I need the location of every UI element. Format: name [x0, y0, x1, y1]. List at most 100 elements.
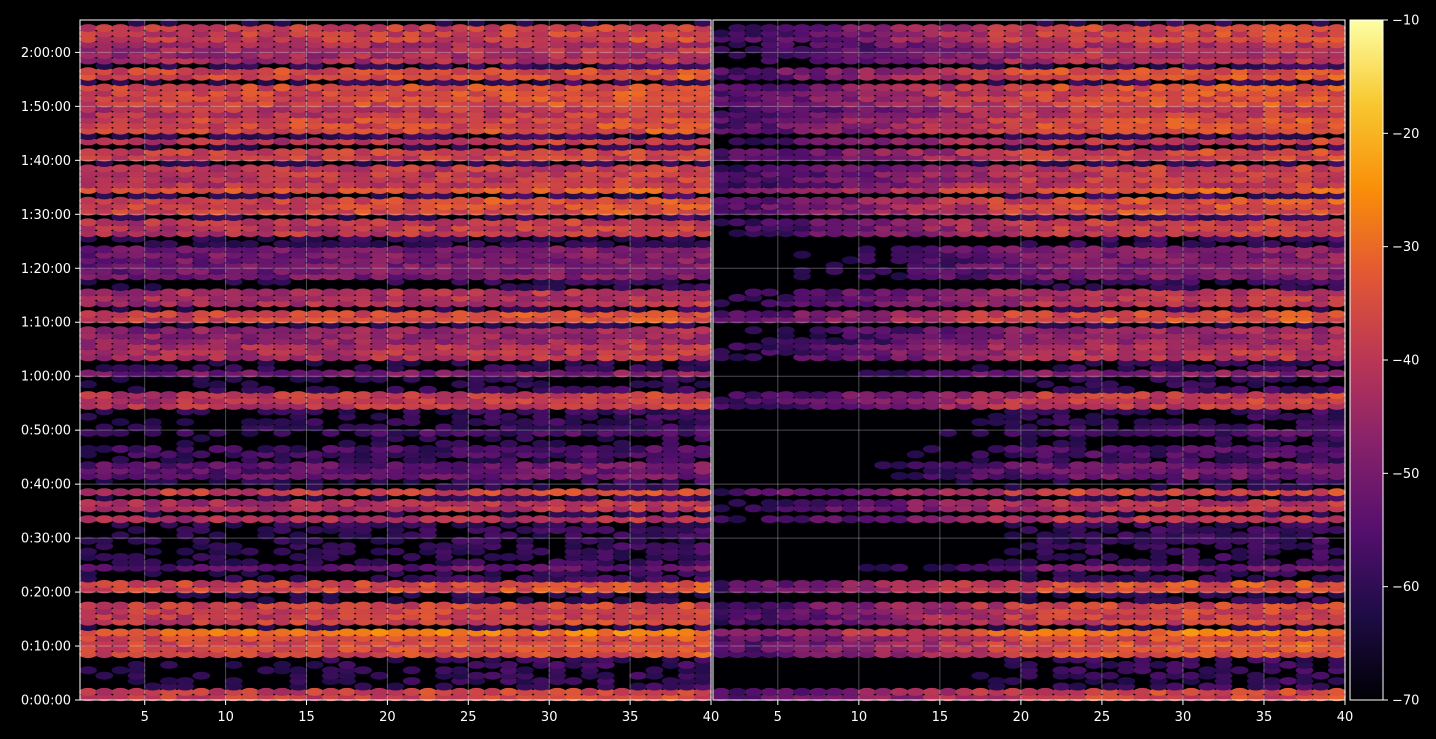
heatmap-cell — [613, 687, 631, 696]
heatmap-cell — [548, 461, 567, 470]
heatmap-cell — [1279, 677, 1298, 686]
heatmap-cell — [305, 218, 324, 227]
heatmap-cell — [858, 499, 876, 507]
heatmap-cell — [273, 547, 292, 556]
heatmap-cell — [208, 488, 227, 497]
heatmap-cell — [841, 601, 860, 610]
heatmap-cell — [111, 488, 130, 497]
heatmap-cell — [241, 83, 259, 92]
heatmap-cell — [1328, 601, 1346, 610]
heatmap-cell — [1198, 628, 1217, 637]
heatmap-cell — [370, 288, 389, 297]
heatmap-cell — [548, 418, 567, 427]
heatmap-cell — [192, 499, 211, 507]
heatmap-cell — [906, 499, 925, 507]
heatmap-cell — [451, 666, 470, 675]
heatmap-cell — [516, 666, 534, 675]
heatmap-cell — [596, 240, 615, 248]
heatmap-cell — [1020, 526, 1038, 534]
heatmap-cell — [176, 83, 195, 92]
heatmap-cell — [289, 515, 308, 524]
heatmap-cell — [793, 628, 811, 637]
heatmap-cell — [1133, 445, 1152, 453]
heatmap-cell — [354, 445, 372, 453]
heatmap-cell — [532, 380, 550, 389]
heatmap-cell — [1036, 488, 1055, 497]
heatmap-cell — [338, 515, 356, 524]
heatmap-cell — [386, 563, 405, 572]
heatmap-cell — [176, 391, 195, 400]
heatmap-cell — [694, 240, 712, 248]
heatmap-cell — [192, 580, 211, 588]
heatmap-cell — [354, 515, 372, 524]
heatmap-cell — [305, 24, 324, 33]
heatmap-cell — [338, 326, 356, 335]
heatmap-cell — [305, 418, 324, 427]
heatmap-cell — [1101, 660, 1119, 669]
heatmap-cell — [629, 418, 648, 427]
heatmap-cell — [257, 445, 275, 453]
heatmap-cell — [841, 488, 860, 497]
heatmap-cell — [160, 326, 178, 335]
heatmap-cell — [79, 164, 97, 173]
heatmap-cell — [95, 288, 114, 297]
heatmap-cell — [386, 445, 405, 453]
heatmap-cell — [241, 218, 259, 227]
heatmap-cell — [596, 671, 615, 680]
heatmap-cell — [321, 196, 340, 205]
heatmap-cell — [386, 580, 405, 588]
heatmap-cell — [499, 563, 518, 572]
heatmap-cell — [499, 283, 518, 292]
heatmap-cell — [273, 67, 292, 76]
heatmap-cell — [1214, 601, 1233, 610]
heatmap-cell — [564, 445, 583, 453]
heatmap-cell — [160, 288, 178, 297]
heatmap-cell — [95, 580, 114, 588]
heatmap-cell — [645, 83, 664, 92]
heatmap-cell — [370, 628, 389, 637]
heatmap-cell — [1198, 526, 1217, 534]
heatmap-cell — [906, 472, 925, 480]
heatmap-cell — [1198, 445, 1217, 453]
heatmap-cell — [321, 563, 340, 572]
heatmap-cell — [111, 455, 130, 464]
heatmap-cell — [1068, 682, 1087, 691]
heatmap-cell — [273, 288, 292, 297]
heatmap-cell — [1133, 488, 1152, 497]
heatmap-cell — [661, 563, 680, 572]
heatmap-cell — [1295, 542, 1314, 551]
heatmap-cell — [1263, 499, 1281, 507]
heatmap-cell — [987, 499, 1006, 507]
heatmap-cell — [645, 666, 664, 675]
heatmap-cell — [192, 364, 211, 373]
heatmap-cell — [1084, 488, 1103, 497]
heatmap-cell — [955, 563, 974, 572]
heatmap-cell — [1165, 682, 1184, 691]
heatmap-cell — [111, 148, 130, 157]
heatmap-cell — [273, 137, 292, 146]
heatmap-cell — [728, 601, 747, 610]
heatmap-cell — [694, 380, 712, 389]
heatmap-cell — [176, 601, 195, 610]
heatmap-cell — [1003, 445, 1022, 453]
heatmap-cell — [79, 380, 97, 389]
heatmap-cell — [906, 515, 925, 524]
heatmap-cell — [111, 245, 130, 254]
heatmap-cell — [548, 218, 567, 227]
heatmap-cell — [257, 148, 275, 157]
heatmap-cell — [192, 671, 211, 680]
heatmap-cell — [370, 488, 389, 497]
heatmap-cell — [321, 240, 340, 248]
heatmap-cell — [208, 628, 227, 637]
heatmap-cell — [777, 488, 795, 497]
heatmap-cell — [338, 601, 356, 610]
heatmap-cell — [224, 240, 243, 248]
heatmap-cell — [1036, 563, 1055, 572]
heatmap-cell — [809, 488, 828, 497]
heatmap-cell — [890, 515, 909, 524]
heatmap-cell — [111, 364, 130, 373]
heatmap-cell — [451, 24, 470, 33]
heatmap-cell — [613, 218, 631, 227]
heatmap-cell — [613, 563, 631, 572]
heatmap-cell — [467, 196, 486, 205]
